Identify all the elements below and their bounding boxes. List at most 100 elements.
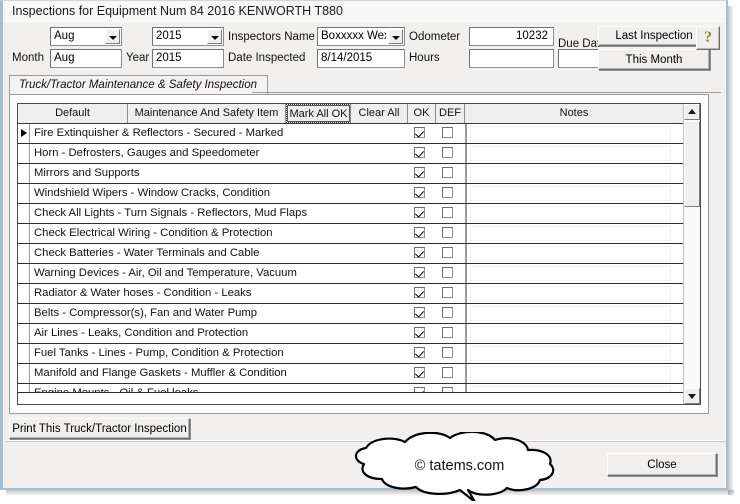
row-selector[interactable] (18, 384, 30, 392)
print-inspection-button[interactable]: Print This Truck/Tractor Inspection (9, 418, 190, 439)
ok-checkbox[interactable] (414, 307, 425, 318)
notes-cell[interactable] (465, 324, 683, 343)
def-checkbox[interactable] (442, 227, 453, 238)
ok-checkbox-cell[interactable] (408, 184, 436, 203)
scroll-down-button[interactable] (684, 388, 700, 404)
def-checkbox[interactable] (442, 327, 453, 338)
notes-input[interactable] (470, 186, 671, 201)
table-row[interactable]: Warning Devices - Air, Oil and Temperatu… (18, 264, 683, 284)
scroll-up-button[interactable] (684, 104, 700, 120)
ok-checkbox-cell[interactable] (408, 364, 436, 383)
def-checkbox-cell[interactable] (436, 344, 465, 363)
ok-checkbox-cell[interactable] (408, 384, 436, 392)
notes-cell[interactable] (465, 244, 683, 263)
ok-checkbox-cell[interactable] (408, 344, 436, 363)
year-combo[interactable]: 2015 (152, 27, 224, 46)
def-checkbox-cell[interactable] (436, 324, 465, 343)
def-checkbox[interactable] (442, 287, 453, 298)
def-checkbox[interactable] (442, 187, 453, 198)
ok-checkbox-cell[interactable] (408, 124, 436, 143)
ok-checkbox-cell[interactable] (408, 284, 436, 303)
this-month-button[interactable]: This Month (598, 49, 710, 70)
def-checkbox-cell[interactable] (436, 304, 465, 323)
month-combo[interactable]: Aug (50, 27, 122, 46)
ok-checkbox-cell[interactable] (408, 144, 436, 163)
header-clear-all-button[interactable]: Clear All (351, 104, 408, 123)
close-button[interactable]: Close (607, 453, 717, 476)
def-checkbox[interactable] (442, 127, 453, 138)
notes-input[interactable] (470, 146, 671, 161)
chevron-down-icon[interactable] (105, 29, 120, 44)
ok-checkbox[interactable] (414, 227, 425, 238)
ok-checkbox[interactable] (414, 287, 425, 298)
notes-input[interactable] (470, 246, 671, 261)
row-selector[interactable] (18, 244, 30, 263)
row-selector[interactable] (18, 304, 30, 323)
notes-cell[interactable] (465, 204, 683, 223)
notes-cell[interactable] (465, 284, 683, 303)
table-row[interactable]: Manifold and Flange Gaskets - Muffler & … (18, 364, 683, 384)
header-def[interactable]: DEF (436, 104, 465, 123)
ok-checkbox[interactable] (414, 327, 425, 338)
ok-checkbox[interactable] (414, 247, 425, 258)
ok-checkbox[interactable] (414, 367, 425, 378)
table-row[interactable]: Belts - Compressor(s), Fan and Water Pum… (18, 304, 683, 324)
notes-input[interactable] (470, 166, 671, 181)
def-checkbox[interactable] (442, 267, 453, 278)
def-checkbox[interactable] (442, 147, 453, 158)
notes-cell[interactable] (465, 144, 683, 163)
def-checkbox-cell[interactable] (436, 264, 465, 283)
def-checkbox[interactable] (442, 347, 453, 358)
row-selector[interactable] (18, 204, 30, 223)
ok-checkbox[interactable] (414, 147, 425, 158)
def-checkbox[interactable] (442, 167, 453, 178)
table-row[interactable]: Fuel Tanks - Lines - Pump, Condition & P… (18, 344, 683, 364)
header-notes[interactable]: Notes (465, 104, 683, 123)
ok-checkbox-cell[interactable] (408, 164, 436, 183)
chevron-down-icon[interactable] (207, 29, 222, 44)
header-default-button[interactable]: Default (18, 104, 128, 123)
def-checkbox-cell[interactable] (436, 204, 465, 223)
ok-checkbox[interactable] (414, 127, 425, 138)
ok-checkbox-cell[interactable] (408, 304, 436, 323)
def-checkbox-cell[interactable] (436, 124, 465, 143)
notes-input[interactable] (470, 346, 671, 361)
def-checkbox-cell[interactable] (436, 184, 465, 203)
grid-vertical-scrollbar[interactable] (683, 104, 700, 404)
def-checkbox[interactable] (442, 367, 453, 378)
header-maintenance-item[interactable]: Maintenance And Safety Item (128, 104, 286, 123)
notes-cell[interactable] (465, 164, 683, 183)
ok-checkbox-cell[interactable] (408, 204, 436, 223)
notes-input[interactable] (470, 226, 671, 241)
header-mark-all-ok-button[interactable]: Mark All OK (286, 104, 351, 123)
inspectors-name-combo[interactable]: Boxxxxx Wex (317, 27, 405, 46)
notes-cell[interactable] (465, 264, 683, 283)
ok-checkbox-cell[interactable] (408, 324, 436, 343)
table-row[interactable]: Check Electrical Wiring - Condition & Pr… (18, 224, 683, 244)
table-row[interactable]: Check All Lights - Turn Signals - Reflec… (18, 204, 683, 224)
def-checkbox[interactable] (442, 387, 453, 392)
notes-input[interactable] (470, 126, 671, 141)
notes-cell[interactable] (465, 304, 683, 323)
notes-input[interactable] (470, 366, 671, 381)
notes-input[interactable] (470, 206, 671, 221)
notes-cell[interactable] (465, 124, 683, 143)
row-selector[interactable] (18, 344, 30, 363)
tab-truck-tractor-maintenance[interactable]: Truck/Tractor Maintenance & Safety Inspe… (9, 75, 268, 95)
notes-input[interactable] (470, 306, 671, 321)
row-selector[interactable] (18, 224, 30, 243)
def-checkbox-cell[interactable] (436, 224, 465, 243)
ok-checkbox[interactable] (414, 187, 425, 198)
table-row[interactable]: Check Batteries - Water Terminals and Ca… (18, 244, 683, 264)
def-checkbox-cell[interactable] (436, 384, 465, 392)
table-row[interactable]: Air Lines - Leaks, Condition and Protect… (18, 324, 683, 344)
help-button[interactable]: ? (696, 26, 720, 50)
header-ok[interactable]: OK (408, 104, 436, 123)
notes-cell[interactable] (465, 364, 683, 383)
ok-checkbox[interactable] (414, 387, 425, 392)
ok-checkbox-cell[interactable] (408, 244, 436, 263)
ok-checkbox[interactable] (414, 207, 425, 218)
notes-cell[interactable] (465, 184, 683, 203)
row-selector[interactable] (18, 144, 30, 163)
row-selector[interactable] (18, 324, 30, 343)
